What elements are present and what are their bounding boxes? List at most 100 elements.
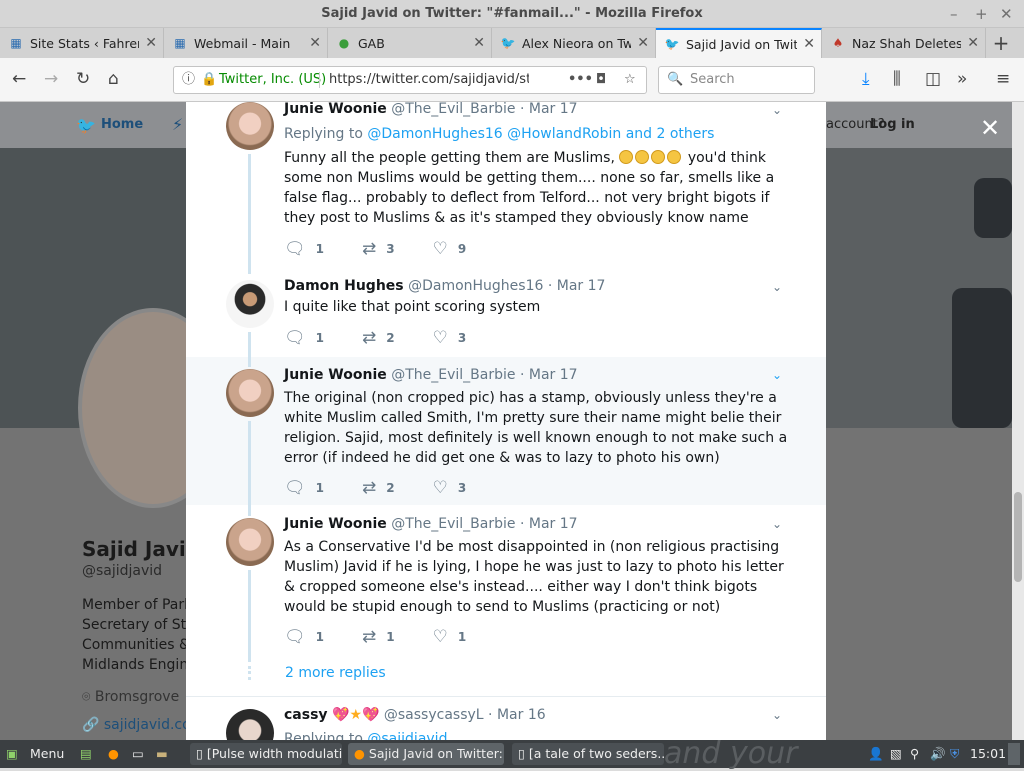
nav-home-link[interactable]: Home <box>101 117 143 132</box>
tab-gab[interactable]: ● GAB ✕ <box>328 28 492 58</box>
clock[interactable]: 15:01 <box>970 743 1006 765</box>
retweet-button[interactable]: ⇄ 2 <box>362 478 395 498</box>
reply-tweet[interactable]: Junie Woonie @The_Evil_Barbie · Mar 17 ⌄… <box>186 357 826 507</box>
volume-icon[interactable]: 🔊 <box>930 743 946 765</box>
chevron-down-icon[interactable]: ⌄ <box>772 517 782 531</box>
close-tab-icon[interactable]: ✕ <box>967 35 979 51</box>
sidebar-icon[interactable]: ◫ <box>925 69 941 89</box>
bookmark-star-icon[interactable]: ☆ <box>624 67 636 93</box>
tweet-date[interactable]: Mar 17 <box>557 278 606 294</box>
clipboard-icon[interactable]: ▧ <box>890 743 902 765</box>
close-modal-icon[interactable]: ✕ <box>980 114 1000 142</box>
author-name[interactable]: Junie Woonie <box>284 367 387 383</box>
others-link[interactable]: and 2 others <box>626 126 715 142</box>
close-tab-icon[interactable]: ✕ <box>637 35 649 51</box>
reply-button[interactable]: 🗨 1 <box>284 627 324 647</box>
profile-website[interactable]: 🔗 sajidjavid.co <box>82 717 191 733</box>
back-icon[interactable]: ← <box>12 69 26 89</box>
chevron-down-icon[interactable]: ⌄ <box>772 103 782 117</box>
reply-tweet[interactable]: Damon Hughes @DamonHughes16 · Mar 17 ⌄ I… <box>186 272 826 358</box>
chevron-down-icon[interactable]: ⌄ <box>772 368 782 382</box>
forward-icon[interactable]: → <box>44 69 58 89</box>
pocket-icon[interactable]: ◘ <box>596 67 606 93</box>
close-tab-icon[interactable]: ✕ <box>309 35 321 51</box>
page-scrollbar[interactable] <box>1012 102 1024 740</box>
mint-menu-icon[interactable]: ▣ <box>6 743 18 765</box>
retweet-button[interactable]: ⇄ 3 <box>362 239 395 259</box>
workspace-corner[interactable] <box>1008 743 1020 765</box>
avatar[interactable] <box>226 280 274 328</box>
retweet-button[interactable]: ⇄ 2 <box>362 328 395 348</box>
shield-icon[interactable]: ⛨ <box>950 743 959 765</box>
download-icon[interactable]: ⤓ <box>862 69 870 89</box>
tweet-date[interactable]: Mar 17 <box>529 516 578 532</box>
user-icon[interactable]: 👤 <box>868 743 884 765</box>
author-handle[interactable]: @DamonHughes16 <box>408 278 543 294</box>
author-handle[interactable]: @The_Evil_Barbie <box>391 516 515 532</box>
close-tab-icon[interactable]: ✕ <box>473 35 485 51</box>
reply-button[interactable]: 🗨 1 <box>284 328 324 348</box>
like-button[interactable]: ♡ 3 <box>433 328 467 348</box>
login-link[interactable]: Log in <box>870 117 915 132</box>
close-tab-icon[interactable]: ✕ <box>145 35 157 51</box>
close-tab-icon[interactable]: ✕ <box>803 36 815 52</box>
page-actions-icon[interactable]: ••• <box>568 67 593 93</box>
menu-button[interactable]: Menu <box>30 743 64 765</box>
reply-button[interactable]: 🗨 1 <box>284 478 324 498</box>
home-icon[interactable]: ⌂ <box>108 69 119 89</box>
more-replies-link[interactable]: 2 more replies <box>285 665 386 681</box>
reply-tweet[interactable]: cassy 💖★💖 @sassycassyL · Mar 16 ⌄ Replyi… <box>186 697 826 740</box>
website-text[interactable]: sajidjavid.co <box>104 717 191 733</box>
taskbar-window[interactable]: ▯ [a tale of two seders.... <box>512 743 664 765</box>
twitter-home-icon[interactable]: 🐦 <box>76 116 96 135</box>
tab-naz-shah[interactable]: ♠ Naz Shah Deletes ✕ <box>822 28 986 58</box>
terminal-launcher-icon[interactable]: ▭ <box>132 743 144 765</box>
library-icon[interactable]: ⫼ <box>893 69 901 89</box>
minimize-button[interactable]: – <box>950 0 958 28</box>
tweet-date[interactable]: Mar 16 <box>497 707 546 723</box>
author-handle[interactable]: @The_Evil_Barbie <box>391 102 515 117</box>
firefox-launcher-icon[interactable]: ● <box>108 743 119 765</box>
new-tab-button[interactable]: + <box>986 28 1016 58</box>
avatar[interactable] <box>226 709 274 740</box>
close-window-button[interactable]: ✕ <box>1000 0 1013 28</box>
tweet-date[interactable]: Mar 17 <box>529 102 578 117</box>
tab-sajid-javid[interactable]: 🐦 Sajid Javid on Twitte ✕ <box>656 28 822 58</box>
show-desktop-icon[interactable]: ▤ <box>80 743 92 765</box>
tab-alex-nieora[interactable]: 🐦 Alex Nieora on Twi ✕ <box>492 28 656 58</box>
author-name[interactable]: Junie Woonie <box>284 102 387 117</box>
mention-link[interactable]: @DamonHughes16 <box>367 126 502 142</box>
author-name[interactable]: Damon Hughes <box>284 278 404 294</box>
chevron-down-icon[interactable]: ⌄ <box>772 280 782 294</box>
site-identity[interactable]: Twitter, Inc. (US) <box>219 67 326 93</box>
tab-webmail[interactable]: ▦ Webmail - Main ✕ <box>164 28 328 58</box>
taskbar-window[interactable]: ▯ [Pulse width modulati... <box>190 743 342 765</box>
avatar[interactable] <box>226 102 274 150</box>
files-launcher-icon[interactable]: ▬ <box>156 743 168 765</box>
hamburger-menu-icon[interactable]: ≡ <box>996 69 1010 89</box>
search-input[interactable]: 🔍 Search <box>658 66 815 94</box>
info-icon[interactable]: ⓘ <box>182 67 195 93</box>
retweet-button[interactable]: ⇄ 1 <box>362 627 395 647</box>
mention-link[interactable]: @HowlandRobin <box>507 126 621 142</box>
chevron-down-icon[interactable]: ⌄ <box>772 708 782 722</box>
like-button[interactable]: ♡ 1 <box>433 627 467 647</box>
avatar[interactable] <box>226 518 274 566</box>
overflow-chevron-icon[interactable]: » <box>957 69 967 89</box>
moments-icon[interactable]: ⚡ <box>172 115 183 134</box>
reply-tweet[interactable]: Junie Woonie @The_Evil_Barbie · Mar 17 ⌄… <box>186 102 826 274</box>
tweet-date[interactable]: Mar 17 <box>529 367 578 383</box>
tab-site-stats[interactable]: ▦ Site Stats ‹ Fahrenh ✕ <box>0 28 164 58</box>
author-name[interactable]: cassy <box>284 707 328 723</box>
author-handle[interactable]: @The_Evil_Barbie <box>391 367 515 383</box>
url-bar[interactable]: ⓘ 🔒 Twitter, Inc. (US) https://twitter.c… <box>173 66 647 94</box>
like-button[interactable]: ♡ 9 <box>433 239 467 259</box>
author-handle[interactable]: @sassycassyL <box>384 707 484 723</box>
reply-button[interactable]: 🗨 1 <box>284 239 324 259</box>
avatar[interactable] <box>226 369 274 417</box>
author-name[interactable]: Junie Woonie <box>284 516 387 532</box>
url-text[interactable]: https://twitter.com/sajidjavid/status/ <box>329 67 529 93</box>
scrollbar-thumb[interactable] <box>1014 492 1022 582</box>
taskbar-window[interactable]: ● Sajid Javid on Twitter:... <box>348 743 504 765</box>
mention-link[interactable]: @sajidjavid <box>367 731 447 740</box>
